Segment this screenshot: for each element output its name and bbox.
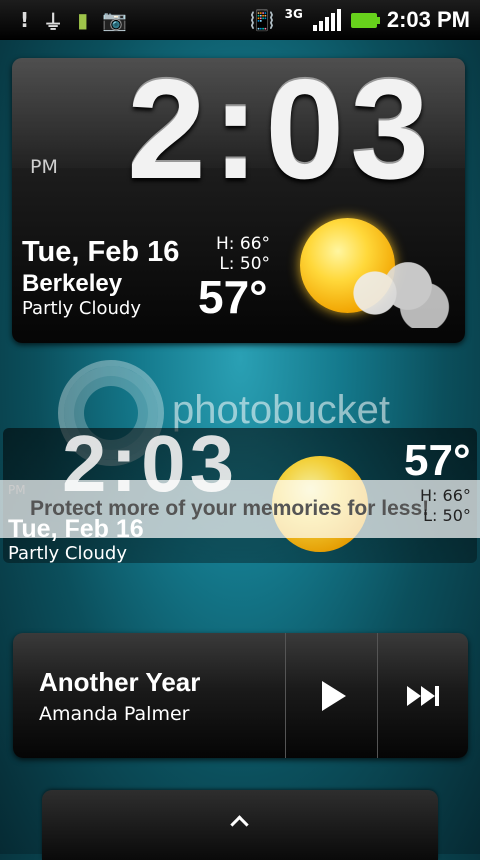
weather-high: H: 66° xyxy=(216,234,271,254)
ghost-temp: 57° xyxy=(404,436,471,485)
ghost-condition: Partly Cloudy xyxy=(8,543,127,564)
clock-ampm: PM xyxy=(30,156,58,178)
status-bar[interactable]: ! ⏚ ▮ 📷 📳 3G 2:03 PM xyxy=(0,0,480,40)
ghost-hilo: H: 66° L: 50° xyxy=(420,486,471,526)
clock-weather-widget[interactable]: 2:03 PM Tue, Feb 16 Berkeley Partly Clou… xyxy=(12,58,465,343)
vibrate-icon: 📳 xyxy=(249,8,275,32)
3g-label: 3G xyxy=(284,7,303,21)
alert-icon: ! xyxy=(20,8,30,32)
weather-date: Tue, Feb 16 xyxy=(22,236,180,268)
status-time: 2:03 PM xyxy=(386,7,470,32)
clock-time[interactable]: 2:03 xyxy=(127,58,435,212)
next-track-button[interactable] xyxy=(377,633,468,758)
camera-icon: 📷 xyxy=(102,8,128,32)
ghost-ampm: PM xyxy=(8,483,26,497)
battery-icon xyxy=(350,12,380,28)
signal-icon xyxy=(312,9,341,31)
song-title[interactable]: Another Year xyxy=(39,667,200,698)
play-button[interactable] xyxy=(285,633,377,758)
weather-city[interactable]: Berkeley xyxy=(22,270,122,298)
ghost-low: L: 50° xyxy=(423,506,471,525)
music-widget[interactable]: Another Year Amanda Palmer xyxy=(13,633,468,758)
usb-icon: ⏚ xyxy=(43,9,64,34)
next-track-icon xyxy=(406,685,439,706)
phone-storage-icon: ▮ xyxy=(77,8,89,32)
ghost-high: H: 66° xyxy=(420,486,471,505)
weather-temp: 57° xyxy=(198,271,268,323)
weather-hilo: H: 66° L: 50° xyxy=(216,234,270,274)
ghost-date: Tue, Feb 16 xyxy=(8,515,144,543)
cloud-icon xyxy=(342,258,452,328)
weather-condition: Partly Cloudy xyxy=(22,298,141,319)
play-icon xyxy=(322,680,346,711)
artist-name: Amanda Palmer xyxy=(39,703,190,725)
